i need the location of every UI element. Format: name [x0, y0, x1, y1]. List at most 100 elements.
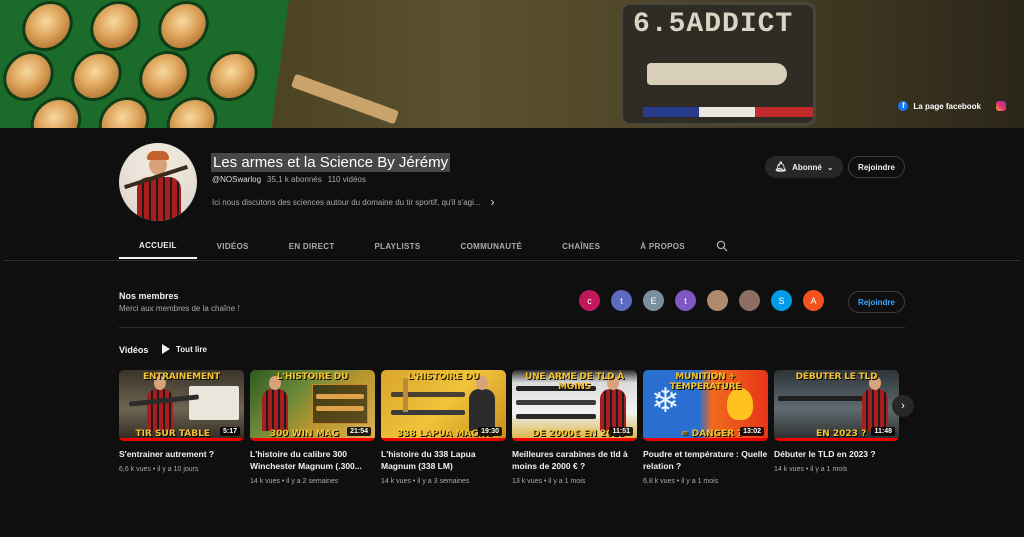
member-avatar[interactable]: E [643, 290, 664, 311]
video-duration: 13:02 [740, 427, 764, 436]
member-avatar[interactable]: t [675, 290, 696, 311]
video-thumbnail[interactable]: UNE ARME DE TLD À MOINS DE 2000€ EN 2023… [512, 370, 637, 441]
member-avatar[interactable]: c [579, 290, 600, 311]
target-sheet [189, 386, 239, 420]
shell-image [139, 54, 190, 98]
facebook-link[interactable]: f La page facebook [898, 101, 1006, 111]
video-card[interactable]: UNE ARME DE TLD À MOINS DE 2000€ EN 2023… [512, 370, 637, 485]
instagram-icon[interactable] [996, 101, 1006, 111]
watch-progress [643, 438, 768, 441]
flame-icon [727, 388, 753, 420]
join-button[interactable]: Rejoindre [848, 156, 905, 178]
watch-progress [250, 438, 375, 441]
members-title: Nos membres [119, 291, 179, 301]
video-thumbnail[interactable]: L'HISTOIRE DU 338 LAPUA MAGNU 19:30 [381, 370, 506, 441]
subscribed-button[interactable]: 🔔︎ Abonné ⌄ [765, 156, 843, 178]
members-divider [119, 327, 905, 328]
facebook-link-label: La page facebook [913, 101, 981, 111]
video-card[interactable]: L'HISTOIRE DU 338 LAPUA MAGNU 19:30 L'hi… [381, 370, 506, 485]
rifle-image [316, 394, 364, 399]
video-title[interactable]: Débuter le TLD en 2023 ? [774, 448, 899, 460]
thumbnail-top-text: L'HISTOIRE DU [276, 372, 349, 382]
watch-progress [774, 438, 899, 441]
video-thumbnail[interactable]: DÉBUTER LE TLD EN 2023 ? 11:48 [774, 370, 899, 441]
patch-title: 6.5ADDICT [633, 9, 794, 40]
person-image [147, 376, 173, 431]
video-title[interactable]: S'entrainer autrement ? [119, 448, 244, 460]
tab-videos[interactable]: VIDÉOS [197, 233, 269, 259]
shell-image [98, 100, 150, 128]
thumbnail-top-text: ENTRAINEMENT [142, 372, 221, 382]
video-title[interactable]: Poudre et température : Quelle relation … [643, 448, 768, 472]
tab-chaines[interactable]: CHAÎNES [542, 233, 620, 259]
shell-image [30, 100, 82, 128]
shell-image [90, 4, 141, 48]
members-join-button[interactable]: Rejoindre [848, 291, 905, 313]
rifle-image [516, 400, 596, 405]
tab-en-direct[interactable]: EN DIRECT [269, 233, 355, 259]
videos-section-title: Vidéos [119, 345, 149, 355]
tab-accueil[interactable]: ACCUEIL [119, 233, 197, 259]
video-title[interactable]: L'histoire du 338 Lapua Magnum (338 LM) [381, 448, 506, 472]
watch-progress [381, 438, 506, 441]
video-card[interactable]: L'HISTOIRE DU 300 WIN MAG 21:54 L'histoi… [250, 370, 375, 485]
tab-communaute[interactable]: COMMUNAUTÉ [441, 233, 543, 259]
channel-avatar[interactable] [119, 143, 197, 221]
video-duration: 11:51 [609, 427, 633, 436]
member-avatar[interactable] [739, 290, 760, 311]
rifle-image [516, 414, 596, 419]
video-meta: 6,8 k vues • il y a 1 mois [643, 478, 719, 485]
cartridge-image [647, 63, 787, 85]
thumbnail-top-text: DÉBUTER LE TLD [795, 372, 878, 382]
video-meta: 13 k vues • il y a 1 mois [512, 478, 586, 485]
shell-image [71, 54, 122, 98]
watch-progress [512, 438, 637, 441]
video-duration: 21:54 [347, 427, 371, 436]
search-icon[interactable] [716, 240, 728, 255]
member-avatar[interactable] [707, 290, 728, 311]
tab-playlists[interactable]: PLAYLISTS [355, 233, 441, 259]
shell-image [158, 4, 209, 48]
video-title[interactable]: L'histoire du calibre 300 Winchester Mag… [250, 448, 375, 472]
addict-patch: 6.5ADDICT [620, 2, 816, 126]
chevron-down-icon: ⌄ [826, 162, 834, 172]
video-thumbnail[interactable]: L'HISTOIRE DU 300 WIN MAG 21:54 [250, 370, 375, 441]
shell-image [22, 4, 73, 48]
video-thumbnail[interactable]: ❄ MUNITION + TEMPERATURE = DANGER ? 13:0… [643, 370, 768, 441]
video-card[interactable]: DÉBUTER LE TLD EN 2023 ? 11:48 Débuter l… [774, 370, 899, 473]
video-title[interactable]: Meilleures carabines de tld à moins de 2… [512, 448, 637, 472]
subscriber-count: 35,1 k abonnés [267, 175, 322, 184]
channel-tabs: ACCUEIL VIDÉOS EN DIRECT PLAYLISTS COMMU… [119, 233, 705, 261]
video-meta: 6,6 k vues • il y a 10 jours [119, 466, 199, 473]
tabs-divider [4, 260, 1020, 261]
subscribed-label: Abonné [792, 162, 822, 172]
channel-name: Les armes et la Science By Jérémy [211, 153, 451, 172]
ammo-box-image [0, 0, 291, 128]
member-avatar[interactable]: t [611, 290, 632, 311]
person-image [600, 376, 626, 431]
avatar-body [137, 177, 181, 221]
person-image [262, 376, 288, 431]
video-duration: 5:17 [219, 427, 240, 436]
video-card[interactable]: ❄ MUNITION + TEMPERATURE = DANGER ? 13:0… [643, 370, 768, 485]
member-avatar[interactable]: S [771, 290, 792, 311]
video-meta: 14 k vues • il y a 3 semaines [381, 478, 470, 485]
bell-icon: 🔔︎ [774, 161, 788, 173]
thumbnail-top-text: UNE ARME DE TLD À MOINS [524, 372, 625, 392]
play-all-button[interactable]: Tout lire [162, 344, 207, 354]
shell-image [166, 100, 218, 128]
next-arrow-icon[interactable]: › [892, 395, 914, 417]
play-all-label: Tout lire [176, 344, 207, 354]
channel-description[interactable]: Ici nous discutons des sciences autour d… [212, 195, 495, 209]
tab-a-propos[interactable]: À PROPOS [620, 233, 705, 259]
video-card[interactable]: ENTRAINEMENT TIR SUR TABLE 5:17 S'entrai… [119, 370, 244, 473]
video-meta: 14 k vues • il y a 1 mois [774, 466, 848, 473]
member-avatar[interactable]: A [803, 290, 824, 311]
rifle-image [316, 406, 364, 411]
avatar-cap [147, 151, 169, 160]
video-thumbnail[interactable]: ENTRAINEMENT TIR SUR TABLE 5:17 [119, 370, 244, 441]
thumbnail-top-text: MUNITION + TEMPERATURE [669, 372, 742, 392]
channel-meta: @NOSwarlog 35,1 k abonnés 110 vidéos [212, 175, 366, 184]
play-icon [162, 344, 170, 354]
shell-image [207, 54, 258, 98]
